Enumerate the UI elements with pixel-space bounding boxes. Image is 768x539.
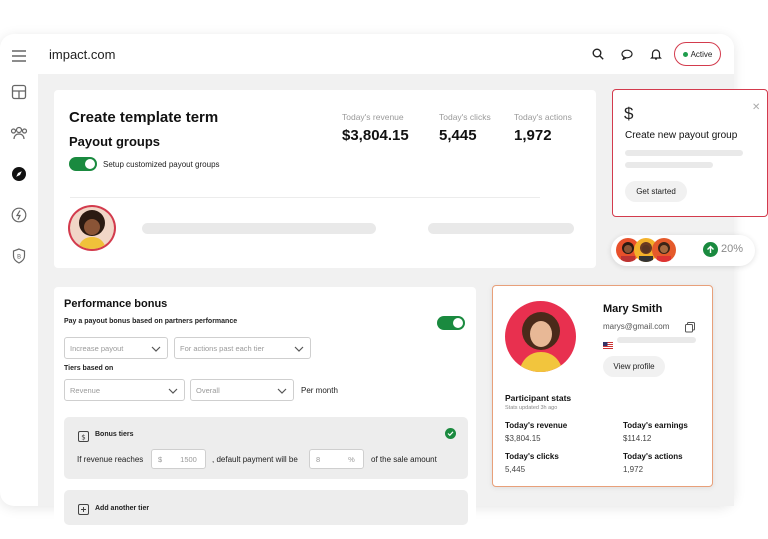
add-icon xyxy=(78,502,89,515)
bonus-toggle[interactable] xyxy=(437,316,465,330)
increase-payout-select[interactable]: Increase payout xyxy=(64,337,168,359)
bonus-title: Performance bonus xyxy=(64,298,168,310)
stat-label: Today's revenue xyxy=(342,112,404,122)
menu-icon[interactable] xyxy=(9,46,29,66)
us-flag-icon xyxy=(603,336,613,349)
if-revenue-label: If revenue reaches xyxy=(77,455,144,464)
add-tier-label: Add another tier xyxy=(95,505,150,512)
profile-stat-value: $3,804.15 xyxy=(505,434,541,443)
status-label: Active xyxy=(690,49,713,59)
page-title: Create template term xyxy=(69,109,219,126)
bonus-tiers-box xyxy=(64,417,468,479)
chevron-down-icon xyxy=(168,388,178,394)
svg-text:B: B xyxy=(17,254,21,261)
bonus-description: Pay a payout bonus based on partners per… xyxy=(64,318,238,325)
stat-value: 1,972 xyxy=(514,127,552,144)
profile-name: Mary Smith xyxy=(603,303,663,315)
dashboard-icon[interactable] xyxy=(9,82,29,102)
bell-icon[interactable] xyxy=(648,46,664,62)
select-value: Increase payout xyxy=(70,343,124,353)
compass-icon[interactable] xyxy=(9,164,29,184)
bonus-tiers-title: Bonus tiers xyxy=(95,431,134,438)
profile-stat-value: $114.12 xyxy=(623,434,652,443)
shield-icon[interactable]: B xyxy=(9,246,29,266)
payments-icon[interactable] xyxy=(9,205,29,225)
input-value: 1500 xyxy=(180,454,197,464)
skeleton-bar xyxy=(617,337,696,343)
select-value: For actions past each tier xyxy=(180,343,265,353)
profile-stat-value: 5,445 xyxy=(505,465,526,474)
toggle-label: Setup customized payout groups xyxy=(103,160,220,169)
currency-symbol: $ xyxy=(158,454,163,464)
skeleton-bar xyxy=(142,223,376,234)
skeleton-bar xyxy=(625,150,743,156)
profile-stat-value: 1,972 xyxy=(623,465,644,474)
close-icon[interactable]: ✕ xyxy=(752,102,760,113)
chevron-down-icon xyxy=(294,346,304,352)
stats-updated: Stats updated 3h ago xyxy=(505,405,558,411)
profile-stat-label: Today's revenue xyxy=(505,421,568,430)
avatar[interactable] xyxy=(68,205,116,251)
chevron-down-icon xyxy=(277,388,287,394)
payout-groups-toggle[interactable] xyxy=(69,157,97,171)
stat-value: $3,804.15 xyxy=(342,127,409,144)
status-dot xyxy=(682,51,688,57)
percent-input[interactable]: 8 % xyxy=(309,449,364,469)
copy-icon[interactable] xyxy=(685,320,695,333)
check-icon xyxy=(445,428,456,439)
per-month-label: Per month xyxy=(301,386,338,395)
profile-email: marys@gmail.com xyxy=(603,322,670,331)
growth-value: 20% xyxy=(721,243,744,255)
stat-label: Today's clicks xyxy=(439,112,491,122)
participant-stats-title: Participant stats xyxy=(505,393,572,403)
actions-select[interactable]: For actions past each tier xyxy=(174,337,311,359)
percent-sign: % xyxy=(348,454,355,464)
avatar xyxy=(652,238,676,262)
stat-value: 5,445 xyxy=(439,127,477,144)
sidebar: B xyxy=(0,34,38,506)
profile-stat-label: Today's earnings xyxy=(623,421,688,430)
profile-stat-label: Today's actions xyxy=(623,452,683,461)
brand-name[interactable]: impact.com xyxy=(49,47,115,62)
dollar-icon: $ xyxy=(624,104,634,123)
overall-select[interactable]: Overall xyxy=(190,379,294,401)
of-sale-label: of the sale amount xyxy=(371,455,437,464)
divider xyxy=(70,197,540,198)
section-title: Payout groups xyxy=(69,134,161,149)
profile-stat-label: Today's clicks xyxy=(505,452,559,461)
skeleton-bar xyxy=(625,162,713,168)
view-profile-button[interactable]: View profile xyxy=(603,356,665,377)
get-started-button[interactable]: Get started xyxy=(625,181,687,202)
select-value: Revenue xyxy=(70,385,101,395)
select-value: Overall xyxy=(196,385,220,395)
tiers-label: Tiers based on xyxy=(64,365,114,372)
revenue-select[interactable]: Revenue xyxy=(64,379,185,401)
default-payment-label: , default payment will be xyxy=(212,455,298,464)
chevron-down-icon xyxy=(151,346,161,352)
skeleton-bar xyxy=(428,223,574,234)
arrow-up-icon xyxy=(703,242,718,257)
partners-icon[interactable] xyxy=(9,123,29,143)
popup-title: Create new payout group xyxy=(625,130,738,141)
revenue-threshold-input[interactable]: $ 1500 xyxy=(151,449,206,469)
chat-icon[interactable] xyxy=(619,46,635,62)
svg-text:$: $ xyxy=(81,434,85,442)
tier-icon: $ xyxy=(78,429,89,442)
input-value: 8 xyxy=(316,454,321,464)
status-badge[interactable]: Active xyxy=(674,42,721,66)
profile-avatar xyxy=(505,301,576,372)
stat-label: Today's actions xyxy=(514,112,572,122)
search-icon[interactable] xyxy=(590,46,606,62)
